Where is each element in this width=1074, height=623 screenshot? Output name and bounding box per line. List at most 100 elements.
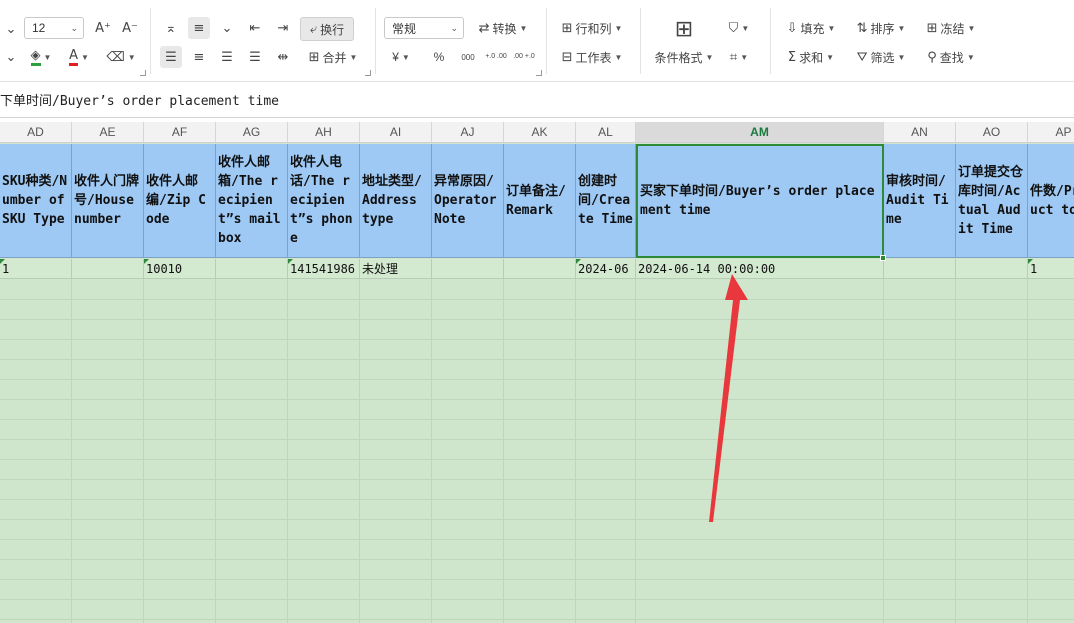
cell-border-button[interactable]: ⌗ ▼ <box>722 46 756 68</box>
number-format-dropdown[interactable]: 常规 ⌄ <box>384 17 464 39</box>
data-cell[interactable] <box>72 259 144 279</box>
font-group-launcher[interactable] <box>140 70 146 76</box>
align-left-button[interactable]: ☰ <box>160 46 182 68</box>
column-header-aj[interactable]: AJ <box>432 122 504 143</box>
number-as-text-indicator <box>576 259 581 264</box>
align-middle-button[interactable]: ≡ <box>188 17 210 39</box>
header-cell[interactable]: 收件人邮编/Zip Code <box>144 144 216 258</box>
column-header-ag[interactable]: AG <box>216 122 288 143</box>
decrease-decimal-icon: .00 +.0 <box>513 53 535 60</box>
data-cell[interactable]: 2024-06 <box>576 259 636 279</box>
cell-style-button[interactable]: ⛉ ▼ <box>722 17 756 39</box>
alignment-group-launcher[interactable] <box>365 70 371 76</box>
increase-decimal-button[interactable]: +.0 .00 <box>484 46 508 68</box>
number-as-text-indicator <box>144 259 149 264</box>
font-size-value: 12 <box>32 21 46 35</box>
rows-cols-button[interactable]: ⊞ 行和列 ▼ <box>556 17 628 39</box>
header-cell[interactable]: 异常原因/Operator Note <box>432 144 504 258</box>
data-cell[interactable] <box>956 259 1028 279</box>
sort-button[interactable]: ⇅ 排序 ▼ <box>850 17 912 39</box>
data-cell[interactable]: 141541986 <box>288 259 360 279</box>
sum-button[interactable]: Σ 求和 ▼ <box>780 46 842 68</box>
font-name-dropdown[interactable]: ⌄ <box>0 18 22 40</box>
find-button[interactable]: ⚲ 查找 ▼ <box>920 46 982 68</box>
data-cell[interactable]: 1 <box>0 259 72 279</box>
active-header-cell[interactable]: 买家下单时间/Buyer’s order placement time <box>636 144 884 258</box>
column-header-ad[interactable]: AD <box>0 122 72 143</box>
column-header-ao[interactable]: AO <box>956 122 1028 143</box>
column-header-ap[interactable]: AP <box>1028 122 1074 143</box>
column-header-ah[interactable]: AH <box>288 122 360 143</box>
column-header-af[interactable]: AF <box>144 122 216 143</box>
font-color-button[interactable]: A ▼ <box>64 46 94 68</box>
header-cell[interactable]: 收件人门牌号/House number <box>72 144 144 258</box>
annotation-arrow <box>709 274 748 522</box>
data-cell[interactable] <box>884 259 956 279</box>
clear-format-button[interactable]: ⌫ ▼ <box>104 46 138 68</box>
border-dropdown[interactable]: ⌄ <box>0 46 22 68</box>
header-cell[interactable]: 收件人邮箱/The recipient”s mailbox <box>216 144 288 258</box>
justify-button[interactable]: ☰ <box>244 46 266 68</box>
conditional-format-button[interactable]: 条件格式 ▼ <box>652 46 716 68</box>
font-size-field[interactable]: 12 ⌄ <box>24 17 84 39</box>
header-cell[interactable]: 地址类型/Address type <box>360 144 432 258</box>
fill-color-button[interactable]: ◈ ▼ <box>26 46 56 68</box>
distribute-button[interactable]: ⇹ <box>272 46 294 68</box>
formula-bar-content: 下单时间/Buyer’s order placement time <box>0 94 279 109</box>
data-cell[interactable]: 1 <box>1028 259 1074 279</box>
increase-indent-button[interactable]: ⇥ <box>272 17 294 39</box>
header-cell[interactable]: 审核时间/Audit Time <box>884 144 956 258</box>
header-cell[interactable]: SKU种类/Number of SKU Type <box>0 144 72 258</box>
convert-button[interactable]: ⇄ 转换 ▼ <box>472 17 534 39</box>
data-cell[interactable]: 未处理 <box>360 259 432 279</box>
data-cell[interactable]: 10010 <box>144 259 216 279</box>
column-header-an[interactable]: AN <box>884 122 956 143</box>
header-cell[interactable]: 订单备注/Remark <box>504 144 576 258</box>
thousands-separator-button[interactable]: 000 <box>456 46 480 68</box>
formula-bar[interactable]: 下单时间/Buyer’s order placement time <box>0 82 1074 118</box>
header-cell[interactable]: 订单提交仓库时间/Actual Audit Time <box>956 144 1028 258</box>
fill-button[interactable]: ⇩ 填充 ▼ <box>780 17 842 39</box>
currency-button[interactable]: ¥ ▼ <box>386 46 416 68</box>
decrease-indent-button[interactable]: ⇤ <box>244 17 266 39</box>
column-header-ai[interactable]: AI <box>360 122 432 143</box>
wrap-text-button[interactable]: ⤶ 换行 <box>300 17 354 41</box>
column-header-al[interactable]: AL <box>576 122 636 143</box>
chevron-down-icon: ⌄ <box>5 21 17 37</box>
grid-line <box>0 359 1074 360</box>
grid-line <box>883 279 884 623</box>
spreadsheet-grid[interactable]: AD SKU种类/Number of SKU Type 1 AE 收件人门牌号/Hous… <box>0 122 1074 623</box>
header-cell-text: 订单提交仓库时间/Actual Audit Time <box>958 164 1024 237</box>
header-cell-text: 收件人门牌号/House number <box>74 174 140 227</box>
data-cell[interactable] <box>504 259 576 279</box>
data-cell[interactable] <box>216 259 288 279</box>
justify-icon: ☰ <box>249 49 261 65</box>
border-icon: ⌗ <box>729 49 738 65</box>
merge-button[interactable]: ⊞ 合并 ▼ <box>302 46 364 68</box>
column-header-ak[interactable]: AK <box>504 122 576 143</box>
header-cell[interactable]: 收件人电话/The recipient”s phone <box>288 144 360 258</box>
worksheet-button[interactable]: ⊟ 工作表 ▼ <box>556 46 628 68</box>
freeze-button[interactable]: ⊞ 冻结 ▼ <box>920 17 982 39</box>
grid-line <box>71 279 72 623</box>
data-cell[interactable] <box>432 259 504 279</box>
column-header-am[interactable]: AM <box>636 122 884 143</box>
header-cell[interactable]: 件数/Product tot <box>1028 144 1074 258</box>
align-center-button[interactable]: ≡ <box>188 46 210 68</box>
outdent-icon: ⇤ <box>249 20 261 36</box>
data-cell[interactable]: 2024-06-14 00:00:00 <box>636 259 884 279</box>
percent-button[interactable]: % <box>428 46 450 68</box>
decrease-decimal-button[interactable]: .00 +.0 <box>512 46 536 68</box>
align-right-button[interactable]: ☰ <box>216 46 238 68</box>
number-group-launcher[interactable] <box>536 70 542 76</box>
column-header-ae[interactable]: AE <box>72 122 144 143</box>
fill-handle[interactable] <box>880 255 886 261</box>
divider <box>375 8 376 74</box>
align-bottom-button[interactable]: ⌄ <box>216 17 238 39</box>
decrease-font-button[interactable]: A⁻ <box>119 17 141 39</box>
filter-button[interactable]: ⛛ 筛选 ▼ <box>850 46 912 68</box>
align-top-button[interactable]: ⌅ <box>160 17 182 39</box>
increase-font-button[interactable]: A⁺ <box>92 17 114 39</box>
header-cell[interactable]: 创建时间/Create Time <box>576 144 636 258</box>
grid-line <box>0 439 1074 440</box>
